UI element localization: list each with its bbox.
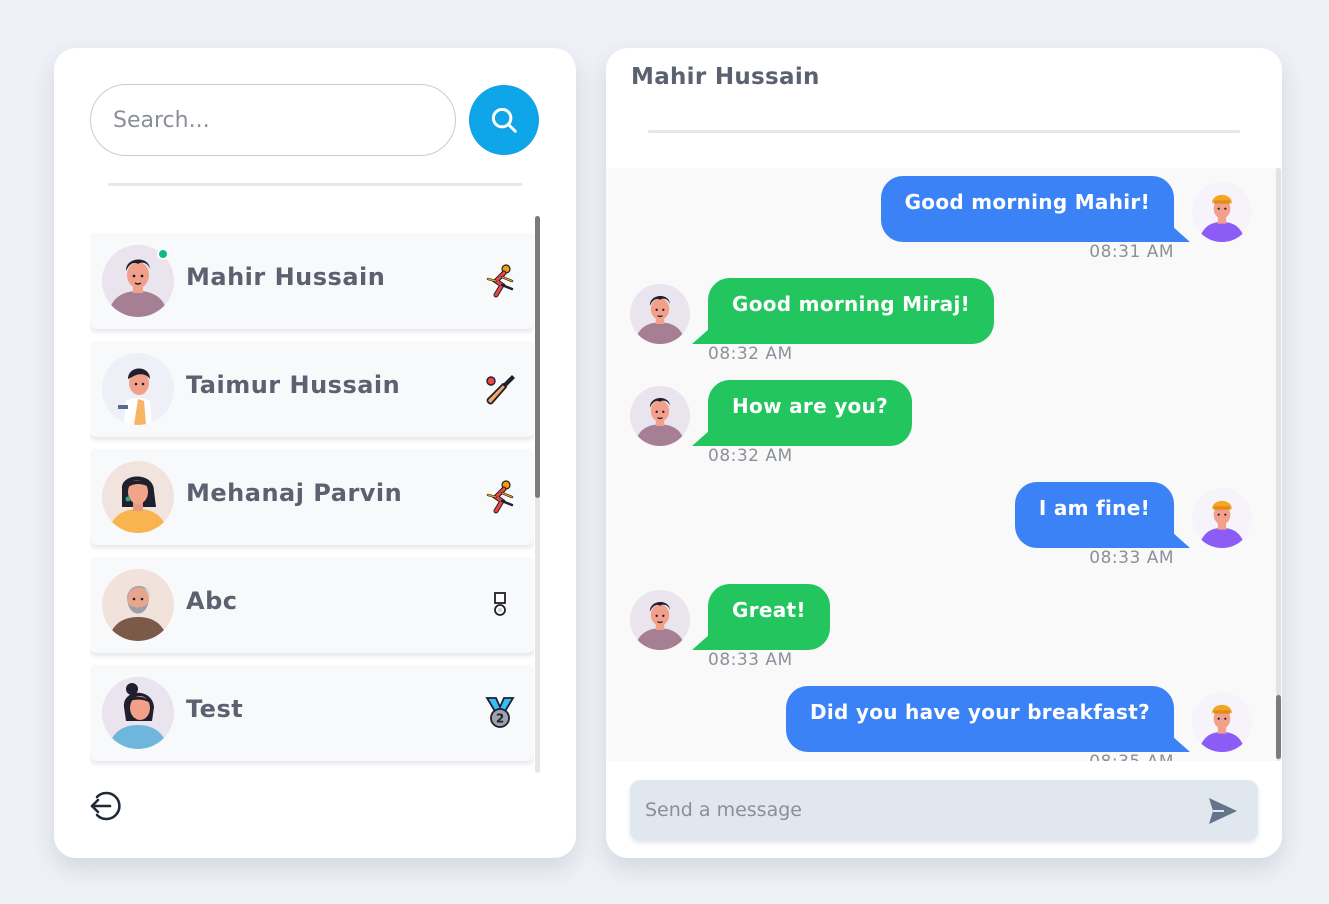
message-list: Good morning Mahir! 08:31 AM Good mornin… bbox=[606, 168, 1282, 761]
message-timestamp: 08:33 AM bbox=[708, 650, 793, 670]
contact-list-scrollbar[interactable] bbox=[535, 216, 540, 773]
scrollbar-thumb[interactable] bbox=[1276, 695, 1281, 759]
contact-name: Test bbox=[186, 695, 244, 723]
message-bubble: Did you have your breakfast? bbox=[785, 686, 1174, 752]
chat-title: Mahir Hussain bbox=[631, 64, 820, 90]
message-timestamp: 08:31 AM bbox=[1089, 242, 1174, 262]
svg-text:2: 2 bbox=[496, 712, 504, 726]
running-person-icon bbox=[480, 477, 520, 517]
avatar bbox=[630, 590, 690, 650]
online-indicator bbox=[157, 248, 169, 260]
message-bubble: How are you? bbox=[708, 380, 913, 446]
message-timestamp: 08:33 AM bbox=[1089, 548, 1174, 568]
cricket-bat-icon bbox=[480, 369, 520, 409]
message-list-scrollbar[interactable] bbox=[1276, 168, 1281, 761]
message-bubble: Great! bbox=[708, 584, 830, 650]
message-bubble: I am fine! bbox=[1014, 482, 1174, 548]
message-input[interactable] bbox=[645, 780, 1185, 840]
bubble-tail bbox=[1172, 736, 1190, 752]
sidebar-divider bbox=[108, 183, 522, 186]
bubble-tail bbox=[1172, 532, 1190, 548]
contact-item-abc[interactable]: Abc bbox=[90, 557, 534, 653]
running-person-icon bbox=[480, 261, 520, 301]
send-button[interactable] bbox=[1206, 794, 1240, 828]
contact-item-mehanaj-parvin[interactable]: Mehanaj Parvin bbox=[90, 449, 534, 545]
search-icon bbox=[491, 107, 517, 133]
scrollbar-thumb[interactable] bbox=[535, 216, 540, 498]
contact-name: Mehanaj Parvin bbox=[186, 479, 403, 507]
search-input[interactable] bbox=[113, 85, 433, 155]
message-timestamp: 08:35 AM bbox=[1089, 752, 1174, 761]
message-outgoing: Good morning Mahir! 08:31 AM bbox=[606, 168, 1282, 264]
message-incoming: Great! 08:33 AM bbox=[606, 576, 1282, 672]
logout-icon bbox=[90, 791, 121, 821]
message-bubble: Good morning Miraj! bbox=[708, 278, 995, 344]
sports-medal-icon bbox=[480, 585, 520, 625]
logout-button[interactable] bbox=[88, 788, 124, 824]
second-place-medal-icon: 2 bbox=[480, 693, 520, 733]
avatar bbox=[1192, 692, 1252, 752]
avatar bbox=[102, 677, 174, 749]
avatar bbox=[1192, 182, 1252, 242]
chat-header-divider bbox=[648, 130, 1240, 133]
message-composer bbox=[630, 780, 1258, 840]
search-button[interactable] bbox=[469, 85, 539, 155]
search-box[interactable] bbox=[90, 84, 456, 156]
send-icon bbox=[1209, 798, 1237, 824]
contacts-panel: Mahir Hussain Taimur Hussain bbox=[54, 48, 576, 858]
message-bubble: Good morning Mahir! bbox=[880, 176, 1174, 242]
avatar bbox=[102, 461, 174, 533]
contact-name: Mahir Hussain bbox=[186, 263, 386, 291]
avatar bbox=[630, 284, 690, 344]
contact-item-test[interactable]: Test 2 bbox=[90, 665, 534, 761]
avatar bbox=[1192, 488, 1252, 548]
avatar bbox=[102, 569, 174, 641]
message-timestamp: 08:32 AM bbox=[708, 344, 793, 364]
avatar bbox=[102, 353, 174, 425]
chat-panel: Mahir Hussain Good morning Mahir! 08:31 … bbox=[606, 48, 1282, 858]
contact-list: Mahir Hussain Taimur Hussain Mehanaj Par… bbox=[90, 233, 534, 773]
contact-item-mahir-hussain[interactable]: Mahir Hussain bbox=[90, 233, 534, 329]
message-timestamp: 08:32 AM bbox=[708, 446, 793, 466]
avatar bbox=[630, 386, 690, 446]
contact-name: Abc bbox=[186, 587, 238, 615]
message-incoming: How are you? 08:32 AM bbox=[606, 372, 1282, 468]
contact-name: Taimur Hussain bbox=[186, 371, 401, 399]
message-incoming: Good morning Miraj! 08:32 AM bbox=[606, 270, 1282, 366]
message-outgoing: I am fine! 08:33 AM bbox=[606, 474, 1282, 570]
bubble-tail bbox=[1172, 226, 1190, 242]
contact-item-taimur-hussain[interactable]: Taimur Hussain bbox=[90, 341, 534, 437]
message-outgoing: Did you have your breakfast? 08:35 AM bbox=[606, 678, 1282, 761]
